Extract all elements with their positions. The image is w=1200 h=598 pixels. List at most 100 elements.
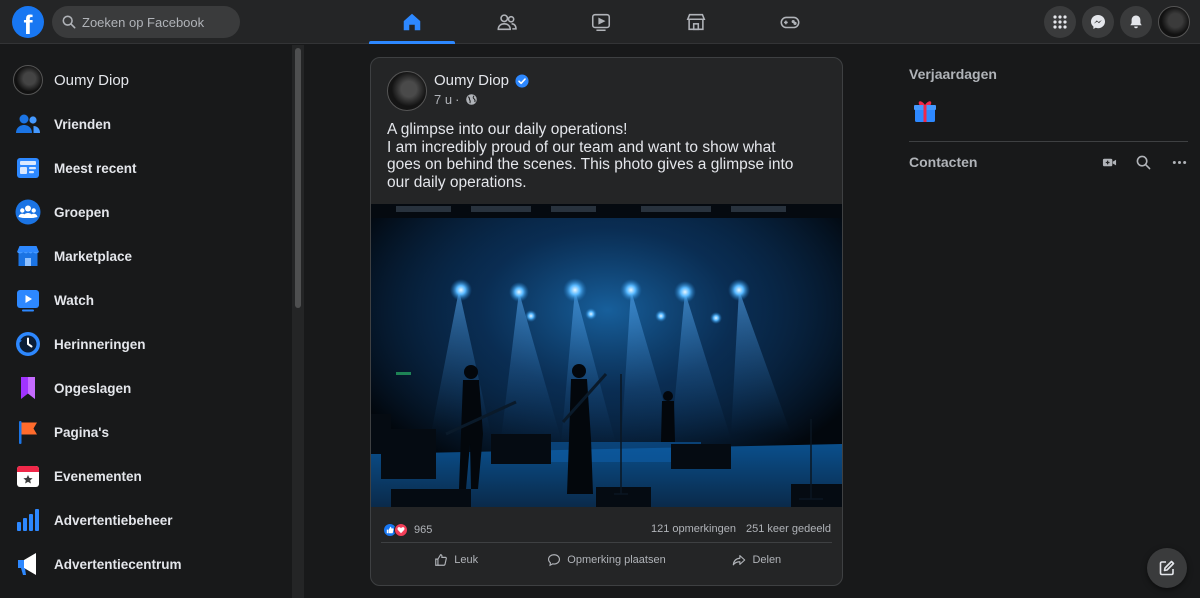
sidebar-item-memories[interactable]: Herinneringen — [8, 324, 284, 364]
new-message-button[interactable] — [1147, 548, 1187, 588]
pages-flag-icon — [14, 418, 42, 446]
post-photo[interactable] — [371, 204, 842, 507]
sidebar-item-groups[interactable]: Groepen — [8, 192, 284, 232]
love-reaction-icon — [394, 523, 408, 537]
compose-icon — [1159, 560, 1175, 576]
sidebar-item-label: Advertentiebeheer — [54, 512, 173, 528]
store-icon — [686, 13, 706, 31]
feeds-icon — [14, 154, 42, 182]
globe-icon — [466, 94, 478, 105]
messenger-icon — [1091, 15, 1105, 29]
video-icon — [591, 13, 611, 32]
gift-icon[interactable] — [911, 97, 939, 125]
facebook-logo[interactable]: f — [12, 6, 44, 38]
comment-count[interactable]: 121 opmerkingen — [651, 523, 736, 535]
avatar — [13, 65, 43, 95]
post-text-line: I am incredibly proud of our team and wa… — [387, 138, 776, 156]
sidebar-item-label: Watch — [54, 292, 94, 308]
account-avatar[interactable] — [1158, 6, 1190, 38]
friends-icon — [497, 14, 517, 31]
sidebar-profile-name: Oumy Diop — [54, 71, 130, 89]
more-options-icon — [1172, 160, 1186, 164]
sidebar-scrollbar-thumb[interactable] — [295, 48, 301, 308]
comment-button[interactable]: Opmerking plaatsen — [531, 544, 681, 576]
tab-friends[interactable] — [464, 0, 550, 44]
tab-marketplace[interactable] — [653, 0, 739, 44]
friends-icon — [14, 110, 42, 138]
post-author-name[interactable]: Oumy Diop — [434, 72, 509, 89]
post-author-avatar[interactable] — [387, 71, 427, 111]
post-actions: Leuk Opmerking plaatsen Delen — [381, 544, 832, 576]
thumbs-up-icon — [435, 554, 448, 566]
sidebar-item-label: Vrienden — [54, 116, 112, 132]
new-room-button[interactable] — [1100, 153, 1118, 171]
post-meta: 7 u · — [434, 92, 478, 107]
reactions-summary[interactable]: 965 — [383, 523, 432, 537]
sidebar-item-ad-center[interactable]: Advertentiecentrum — [8, 544, 284, 584]
post-text: A glimpse into our daily operations! I a… — [387, 121, 827, 191]
tab-home[interactable] — [369, 0, 455, 44]
tab-gaming[interactable] — [747, 0, 833, 44]
post-timestamp[interactable]: 7 u — [434, 92, 452, 107]
sidebar-item-label: Advertentiecentrum — [54, 556, 182, 572]
contacts-heading: Contacten — [909, 154, 978, 170]
sidebar-item-label: Marketplace — [54, 248, 133, 264]
search-icon — [1136, 155, 1150, 169]
search-box[interactable] — [52, 6, 240, 38]
sidebar-item-label: Opgeslagen — [54, 380, 132, 396]
divider — [909, 141, 1188, 142]
post-text-line: our daily operations. — [387, 173, 527, 191]
sidebar-item-most-recent[interactable]: Meest recent — [8, 148, 284, 188]
sidebar-item-marketplace[interactable]: Marketplace — [8, 236, 284, 276]
birthdays-heading: Verjaardagen — [909, 66, 997, 82]
sidebar-item-saved[interactable]: Opgeslagen — [8, 368, 284, 408]
watch-icon — [14, 286, 42, 314]
sidebar-item-watch[interactable]: Watch — [8, 280, 284, 320]
ads-manager-icon — [14, 506, 42, 534]
sidebar-item-events[interactable]: Evenementen — [8, 456, 284, 496]
sidebar-item-label: Groepen — [54, 204, 110, 220]
reaction-count: 965 — [414, 524, 433, 536]
memories-icon — [14, 330, 42, 358]
sidebar-item-label: Evenementen — [54, 468, 142, 484]
saved-icon — [14, 374, 42, 402]
post-text-line: goes on behind the scenes. This photo gi… — [387, 156, 794, 173]
search-input[interactable] — [82, 14, 232, 30]
search-icon — [62, 15, 76, 29]
sidebar-item-ads-manager[interactable]: Advertentiebeheer — [8, 500, 284, 540]
gamepad-icon — [780, 16, 800, 29]
notifications-button[interactable] — [1120, 6, 1152, 38]
share-button[interactable]: Delen — [682, 544, 832, 576]
sidebar-profile[interactable]: Oumy Diop — [8, 60, 284, 100]
share-count[interactable]: 251 keer gedeeld — [746, 523, 831, 535]
comment-icon — [548, 554, 561, 567]
messenger-button[interactable] — [1082, 6, 1114, 38]
divider — [381, 542, 832, 543]
sidebar-item-label: Herinneringen — [54, 336, 146, 352]
meta-separator: · — [455, 92, 460, 107]
events-icon — [14, 462, 42, 490]
menu-grid-icon — [1053, 15, 1067, 29]
sidebar-item-label: Meest recent — [54, 160, 137, 176]
left-sidebar: Oumy Diop Vrienden Meest recent Groepen … — [0, 45, 292, 598]
menu-button[interactable] — [1044, 6, 1076, 38]
share-label: Delen — [752, 554, 782, 566]
share-icon — [733, 555, 746, 566]
tab-watch[interactable] — [558, 0, 644, 44]
post-author[interactable]: Oumy Diop — [434, 72, 529, 89]
like-button[interactable]: Leuk — [381, 544, 531, 576]
groups-icon — [14, 198, 42, 226]
ad-center-icon — [14, 550, 42, 578]
like-label: Leuk — [454, 554, 479, 566]
top-navigation-bar: f — [0, 0, 1200, 44]
contacts-options-button[interactable] — [1170, 153, 1188, 171]
post-stats: 121 opmerkingen 251 keer gedeeld — [651, 523, 831, 535]
video-camera-icon — [1102, 158, 1116, 166]
notifications-bell-icon — [1130, 15, 1142, 29]
search-contacts-button[interactable] — [1134, 153, 1152, 171]
sidebar-item-friends[interactable]: Vrienden — [8, 104, 284, 144]
feed-post: Oumy Diop 7 u · A glimpse into our daily… — [370, 57, 843, 586]
sidebar-item-label: Pagina's — [54, 424, 109, 440]
post-text-line: A glimpse into our daily operations! — [387, 121, 628, 138]
sidebar-item-pages[interactable]: Pagina's — [8, 412, 284, 452]
